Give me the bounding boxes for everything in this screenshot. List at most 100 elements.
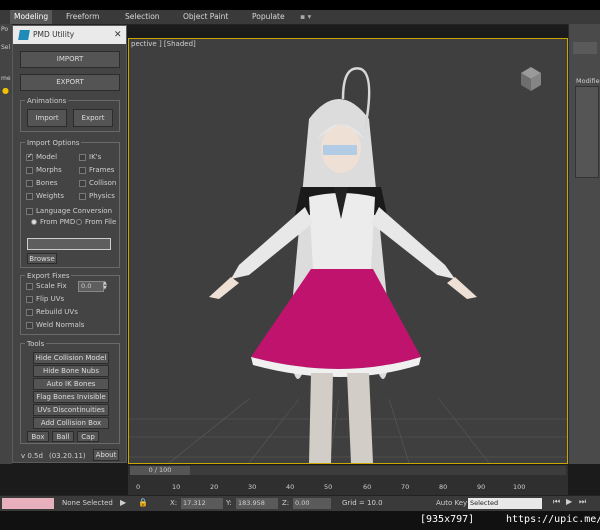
close-icon[interactable]: ✕ [114, 26, 122, 44]
hide-bone-nubs-button[interactable]: Hide Bone Nubs [33, 365, 109, 377]
file-path-field[interactable] [27, 238, 111, 250]
checkbox-iks[interactable] [79, 154, 86, 161]
browse-button[interactable]: Browse [27, 253, 57, 264]
add-collision-box-button[interactable]: Add Collision Box [33, 417, 109, 429]
checkbox-weights[interactable] [26, 193, 33, 200]
version-label: v 0.5d [21, 452, 43, 460]
radio-from-file[interactable] [76, 219, 82, 225]
label-scale-fix: Scale Fix [36, 282, 67, 290]
lightbulb-icon[interactable]: ● [2, 86, 9, 95]
checkbox-collison[interactable] [79, 180, 86, 187]
tab-modeling[interactable]: Modeling [10, 10, 53, 24]
label-flip-uvs: Flip UVs [36, 295, 65, 303]
floor-grid [129, 398, 567, 463]
timeline[interactable]: 0 / 100 0 10 20 30 40 50 60 70 80 90 100 [128, 465, 568, 495]
ball-button[interactable]: Ball [52, 431, 74, 442]
label-rebuild-uvs: Rebuild UVs [36, 308, 78, 316]
tools-group: Tools Hide Collision Model Hide Bone Nub… [20, 340, 120, 444]
label-language-conversion: Language Conversion [36, 207, 113, 215]
play-animation-icon[interactable]: ▶ [566, 497, 572, 506]
top-strip [0, 0, 600, 10]
checkbox-morphs[interactable] [26, 167, 33, 174]
export-button[interactable]: EXPORT [20, 74, 120, 91]
label-weld-normals: Weld Normals [36, 321, 85, 329]
scale-spinner-icon[interactable]: ▲ ▼ [103, 281, 107, 291]
radio-from-pmd[interactable] [31, 219, 37, 225]
modifier-stack[interactable] [575, 86, 599, 178]
checkbox-scale-fix[interactable] [26, 283, 33, 290]
label-morphs: Morphs [36, 166, 62, 174]
import-button[interactable]: IMPORT [20, 51, 120, 68]
uvs-discontinuities-button[interactable]: UVs Discontinuities [33, 404, 109, 416]
time-slider[interactable]: 0 / 100 [130, 466, 566, 475]
tab-object-paint[interactable]: Object Paint [183, 10, 228, 24]
x-coordinate-field[interactable]: 17.312 [181, 498, 223, 509]
checkbox-rebuild-uvs[interactable] [26, 309, 33, 316]
image-dimensions: [935x797] [420, 514, 475, 525]
perspective-viewport[interactable]: pective ] [Shaded] [128, 38, 568, 464]
checkbox-bones[interactable] [26, 180, 33, 187]
scale-fix-input[interactable]: 0.0 [78, 281, 104, 292]
go-start-icon[interactable]: ⏮ [553, 497, 560, 507]
pmd-title: PMD Utility [33, 30, 75, 39]
checkbox-language-conversion[interactable] [26, 208, 33, 215]
left-label-sel: Sel [1, 44, 11, 51]
left-label-po: Po [1, 26, 9, 33]
label-from-file: From File [85, 218, 117, 226]
tick-0: 0 [136, 483, 141, 491]
checkbox-physics[interactable] [79, 193, 86, 200]
export-fixes-group: Export Fixes Scale Fix 0.0 ▲ ▼ Flip UVs R… [20, 272, 120, 335]
checkbox-model[interactable]: ✓ [26, 152, 33, 161]
cap-button[interactable]: Cap [77, 431, 99, 442]
label-physics: Physics [89, 192, 115, 200]
anim-export-button[interactable]: Export [73, 109, 113, 127]
selection-set-dropdown[interactable]: Selected [468, 498, 542, 509]
go-end-icon[interactable]: ⏭ [579, 497, 586, 507]
timeline-ruler[interactable]: 0 10 20 30 40 50 60 70 80 90 100 [128, 477, 568, 493]
label-weights: Weights [36, 192, 65, 200]
checkbox-frames[interactable] [79, 167, 86, 174]
tab-populate[interactable]: Populate [252, 10, 285, 24]
grid-label: Grid = 10.0 [342, 499, 383, 507]
ribbon-tabs: Modeling Freeform Selection Object Paint… [0, 10, 600, 25]
z-coordinate-field[interactable]: 0.00 [293, 498, 331, 509]
about-button[interactable]: About [93, 449, 119, 461]
tick-90: 90 [477, 483, 486, 491]
maxscript-listener[interactable] [2, 498, 54, 509]
tools-title: Tools [25, 340, 47, 348]
selection-status: None Selected [62, 499, 113, 507]
tick-30: 30 [248, 483, 257, 491]
frame-counter[interactable]: 0 / 100 [130, 466, 190, 475]
z-label: Z: [282, 499, 290, 507]
tick-10: 10 [172, 483, 181, 491]
command-panel: Modifie [568, 24, 600, 464]
box-button[interactable]: Box [27, 431, 49, 442]
animations-title: Animations [25, 97, 69, 105]
tick-60: 60 [363, 483, 372, 491]
flag-bones-invisible-button[interactable]: Flag Bones Invisible [33, 391, 109, 403]
tab-freeform[interactable]: Freeform [66, 10, 99, 24]
play-icon[interactable]: ▶ [120, 498, 126, 507]
site-link[interactable]: https://upic.me/ [506, 514, 600, 525]
pmd-title-bar[interactable]: PMD Utility ✕ [13, 26, 126, 44]
auto-ik-bones-button[interactable]: Auto IK Bones [33, 378, 109, 390]
app-logo-icon [18, 30, 30, 40]
modifier-list-icon[interactable] [573, 42, 597, 54]
ribbon-dropdown-icon[interactable]: ▪ ▾ [300, 10, 311, 24]
label-frames: Frames [89, 166, 115, 174]
version-date: (03.20.11) [49, 452, 86, 460]
checkbox-weld-normals[interactable] [26, 322, 33, 329]
import-options-title: Import Options [25, 139, 82, 147]
checkbox-flip-uvs[interactable] [26, 296, 33, 303]
modifier-label: Modifie [576, 77, 600, 85]
tab-selection[interactable]: Selection [125, 10, 160, 24]
auto-key-button[interactable]: Auto Key [436, 499, 467, 507]
tick-50: 50 [324, 483, 333, 491]
label-from-pmd: From PMD [40, 218, 76, 226]
animations-group: Animations Import Export [20, 97, 120, 132]
lock-icon[interactable]: 🔒 [138, 498, 148, 507]
export-fixes-title: Export Fixes [25, 272, 72, 280]
anim-import-button[interactable]: Import [27, 109, 67, 127]
hide-collision-model-button[interactable]: Hide Collision Model [33, 352, 109, 364]
y-coordinate-field[interactable]: 183.958 [236, 498, 278, 509]
